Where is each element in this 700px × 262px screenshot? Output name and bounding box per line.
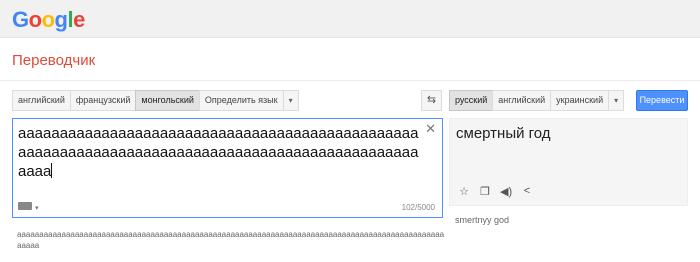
speaker-icon[interactable]: ◀) [500, 185, 512, 198]
translation-output: смертный год ☆ ❐ ◀) < [449, 118, 688, 206]
logo-letter: e [73, 7, 85, 32]
swap-arrows-icon: ⇆ [426, 94, 437, 106]
target-lang-ukrainian[interactable]: украинский [550, 90, 610, 111]
page-title[interactable]: Переводчик [12, 52, 95, 69]
target-lang-dropdown[interactable]: ▾ [608, 90, 625, 111]
detect-language-button[interactable]: Определить язык [198, 90, 284, 111]
copy-icon[interactable]: ❐ [479, 185, 491, 198]
chevron-down-icon: ▾ [614, 96, 619, 105]
google-logo[interactable]: Google [12, 7, 85, 33]
star-icon[interactable]: ☆ [458, 185, 470, 198]
logo-letter: G [12, 7, 29, 32]
source-lang-mongolian[interactable]: монгольский [135, 90, 200, 111]
character-counter: 102/5000 [401, 203, 435, 212]
translation-text: смертный год [456, 125, 551, 142]
source-text-wrapper: aaaaaaaaaaaaaaaaaaaaaaaaaaaaaaaaaaaaaaaa… [18, 124, 423, 181]
source-lang-french[interactable]: французский [69, 90, 137, 111]
swap-languages-button[interactable]: ⇆ [421, 90, 442, 111]
divider [0, 80, 700, 81]
target-lang-russian[interactable]: русский [449, 90, 494, 111]
translate-button[interactable]: Перевести [636, 90, 688, 111]
translation-actions: ☆ ❐ ◀) < [458, 185, 533, 198]
target-transliteration: smertnyy god [455, 215, 510, 225]
target-language-bar: русский английский украинский ▾ [449, 90, 625, 111]
source-lang-english[interactable]: английский [12, 90, 71, 111]
logo-letter: o [41, 7, 55, 32]
clear-icon[interactable]: ✕ [425, 121, 436, 137]
logo-letter: o [28, 7, 42, 32]
share-icon[interactable]: < [521, 185, 533, 198]
chevron-down-icon: ▾ [288, 96, 293, 105]
target-lang-english[interactable]: английский [492, 90, 552, 111]
source-transliteration: aaaaaaaaaaaaaaaaaaaaaaaaaaaaaaaaaaaaaaaa… [17, 230, 445, 250]
chevron-down-icon[interactable]: ▾ [35, 204, 39, 212]
text-cursor [51, 163, 53, 178]
source-text[interactable]: aaaaaaaaaaaaaaaaaaaaaaaaaaaaaaaaaaaaaaaa… [18, 125, 418, 180]
top-bar: Google [0, 0, 700, 38]
logo-letter: g [54, 7, 68, 32]
source-lang-dropdown[interactable]: ▾ [282, 90, 299, 111]
source-language-bar: английский французский монгольский Опред… [12, 90, 299, 111]
keyboard-icon[interactable] [18, 202, 32, 210]
source-text-area[interactable]: aaaaaaaaaaaaaaaaaaaaaaaaaaaaaaaaaaaaaaaa… [12, 118, 443, 218]
